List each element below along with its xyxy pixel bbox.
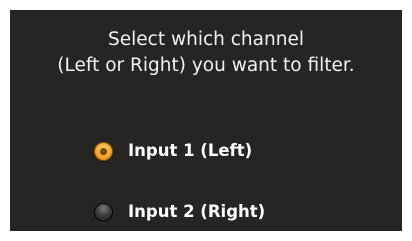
instruction-line-2: (Left or Right) you want to filter. <box>57 55 355 76</box>
option-label: Input 2 (Right) <box>128 202 266 221</box>
radio-dot <box>100 147 107 155</box>
instruction-line-1: Select which channel <box>108 29 304 50</box>
option-input-2-right[interactable]: Input 2 (Right) <box>94 199 265 225</box>
channel-filter-panel: Select which channel (Left or Right) you… <box>10 10 402 231</box>
radio-unselected-icon[interactable] <box>94 202 113 222</box>
radio-selected-icon[interactable] <box>94 141 113 161</box>
instruction-text: Select which channel (Left or Right) you… <box>10 27 402 79</box>
option-label: Input 1 (Left) <box>128 141 253 160</box>
option-input-1-left[interactable]: Input 1 (Left) <box>94 138 252 164</box>
